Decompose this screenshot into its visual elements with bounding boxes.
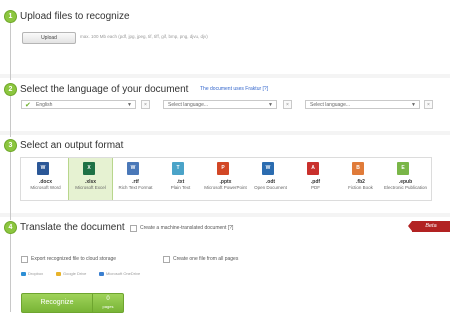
format-name: Microsoft Word: [30, 185, 61, 190]
language-select-1[interactable]: ✔ English ▼: [21, 100, 136, 109]
format-name: Open Document: [254, 185, 287, 190]
format-xlsx[interactable]: X .xlsx Microsoft Excel: [68, 158, 113, 200]
beta-badge: Beta: [408, 221, 450, 232]
step-1-title: Upload files to recognize: [20, 11, 130, 22]
pages-label: pages: [102, 304, 114, 309]
format-pptx[interactable]: P .pptx Microsoft PowerPoint: [203, 158, 248, 200]
machine-translate-label: Create a machine-translated document [?]: [140, 225, 234, 231]
format-name: PDF: [311, 185, 320, 190]
epub-icon: E: [397, 162, 409, 175]
excel-icon: X: [83, 162, 95, 175]
export-cloud-label: Export recognized file to cloud storage: [31, 256, 117, 262]
step-1-badge: 1: [5, 11, 16, 22]
dropbox-label: Dropbox: [28, 271, 44, 276]
step-4-badge: 4: [5, 222, 16, 233]
onedrive-icon: [99, 271, 104, 276]
step-connector-line: [10, 93, 11, 137]
format-name: Fiction Book: [348, 185, 373, 190]
format-docx[interactable]: W .docx Microsoft Word: [23, 158, 68, 200]
one-file-label: Create one file from all pages: [173, 256, 239, 262]
step-4-title: Translate the document: [20, 222, 125, 233]
step-connector-line: [10, 232, 11, 312]
format-epub[interactable]: E .epub Electronic Publication: [383, 158, 428, 200]
check-icon: ✔: [25, 102, 31, 109]
format-name: Microsoft PowerPoint: [204, 185, 247, 190]
recognize-button[interactable]: Recognize 0 pages: [21, 293, 124, 313]
word-icon: W: [37, 162, 49, 175]
fraktur-link[interactable]: The document uses Fraktur [?]: [200, 86, 268, 92]
language-select-3[interactable]: Select language... ▼: [305, 100, 420, 109]
onedrive-option[interactable]: Microsoft OneDrive: [99, 271, 140, 276]
clear-language-2-button[interactable]: ×: [283, 100, 292, 109]
format-txt[interactable]: T .txt Plain Text: [158, 158, 203, 200]
dropbox-option[interactable]: Dropbox: [21, 271, 43, 276]
fiction-book-icon: B: [352, 162, 364, 175]
language-select-2[interactable]: Select language... ▼: [163, 100, 277, 109]
one-file-checkbox[interactable]: [163, 256, 170, 263]
export-cloud-checkbox[interactable]: [21, 256, 28, 263]
chevron-down-icon: ▼: [411, 102, 416, 108]
onedrive-label: Microsoft OneDrive: [106, 271, 141, 276]
upload-hint: max. 100 Mb each (pdf, jpg, jpeg, tif, t…: [80, 34, 208, 39]
text-file-icon: T: [172, 162, 184, 175]
format-name: Microsoft Excel: [75, 185, 106, 190]
rtf-icon: W: [127, 162, 139, 175]
chevron-down-icon: ▼: [127, 102, 132, 108]
dropbox-icon: [21, 271, 26, 276]
google-drive-icon: [56, 271, 61, 276]
google-drive-option[interactable]: Google Drive: [56, 271, 86, 276]
odt-icon: W: [262, 162, 274, 175]
step-3-title: Select an output format: [20, 140, 124, 151]
step-connector-line: [10, 150, 11, 220]
format-list: W .docx Microsoft Word X .xlsx Microsoft…: [20, 157, 432, 201]
format-name: Rich Text Format: [118, 185, 153, 190]
language-select-3-value: Select language...: [310, 102, 351, 108]
step-connector-line: [10, 20, 11, 80]
powerpoint-icon: P: [217, 162, 229, 175]
format-rtf[interactable]: W .rtf Rich Text Format: [113, 158, 158, 200]
google-drive-label: Google Drive: [63, 271, 87, 276]
format-fb2[interactable]: B .fb2 Fiction Book: [338, 158, 383, 200]
language-select-2-value: Select language...: [168, 102, 209, 108]
upload-button[interactable]: Upload: [22, 32, 76, 44]
machine-translate-checkbox[interactable]: [130, 225, 137, 232]
format-name: Plain Text: [170, 185, 191, 190]
pages-counter: 0 pages: [92, 294, 123, 312]
step-2-title: Select the language of your document: [20, 84, 189, 95]
format-pdf[interactable]: A .pdf PDF: [293, 158, 338, 200]
clear-language-3-button[interactable]: ×: [424, 100, 433, 109]
chevron-down-icon: ▼: [268, 102, 273, 108]
pdf-icon: A: [307, 162, 319, 175]
step-3-badge: 3: [5, 140, 16, 151]
recognize-label: Recognize: [40, 299, 74, 306]
pages-count: 0: [106, 296, 110, 302]
step-2-badge: 2: [5, 84, 16, 95]
format-name: Electronic Publication: [383, 185, 428, 190]
format-odt[interactable]: W .odt Open Document: [248, 158, 293, 200]
clear-language-1-button[interactable]: ×: [141, 100, 150, 109]
language-select-1-value: English: [36, 102, 53, 108]
